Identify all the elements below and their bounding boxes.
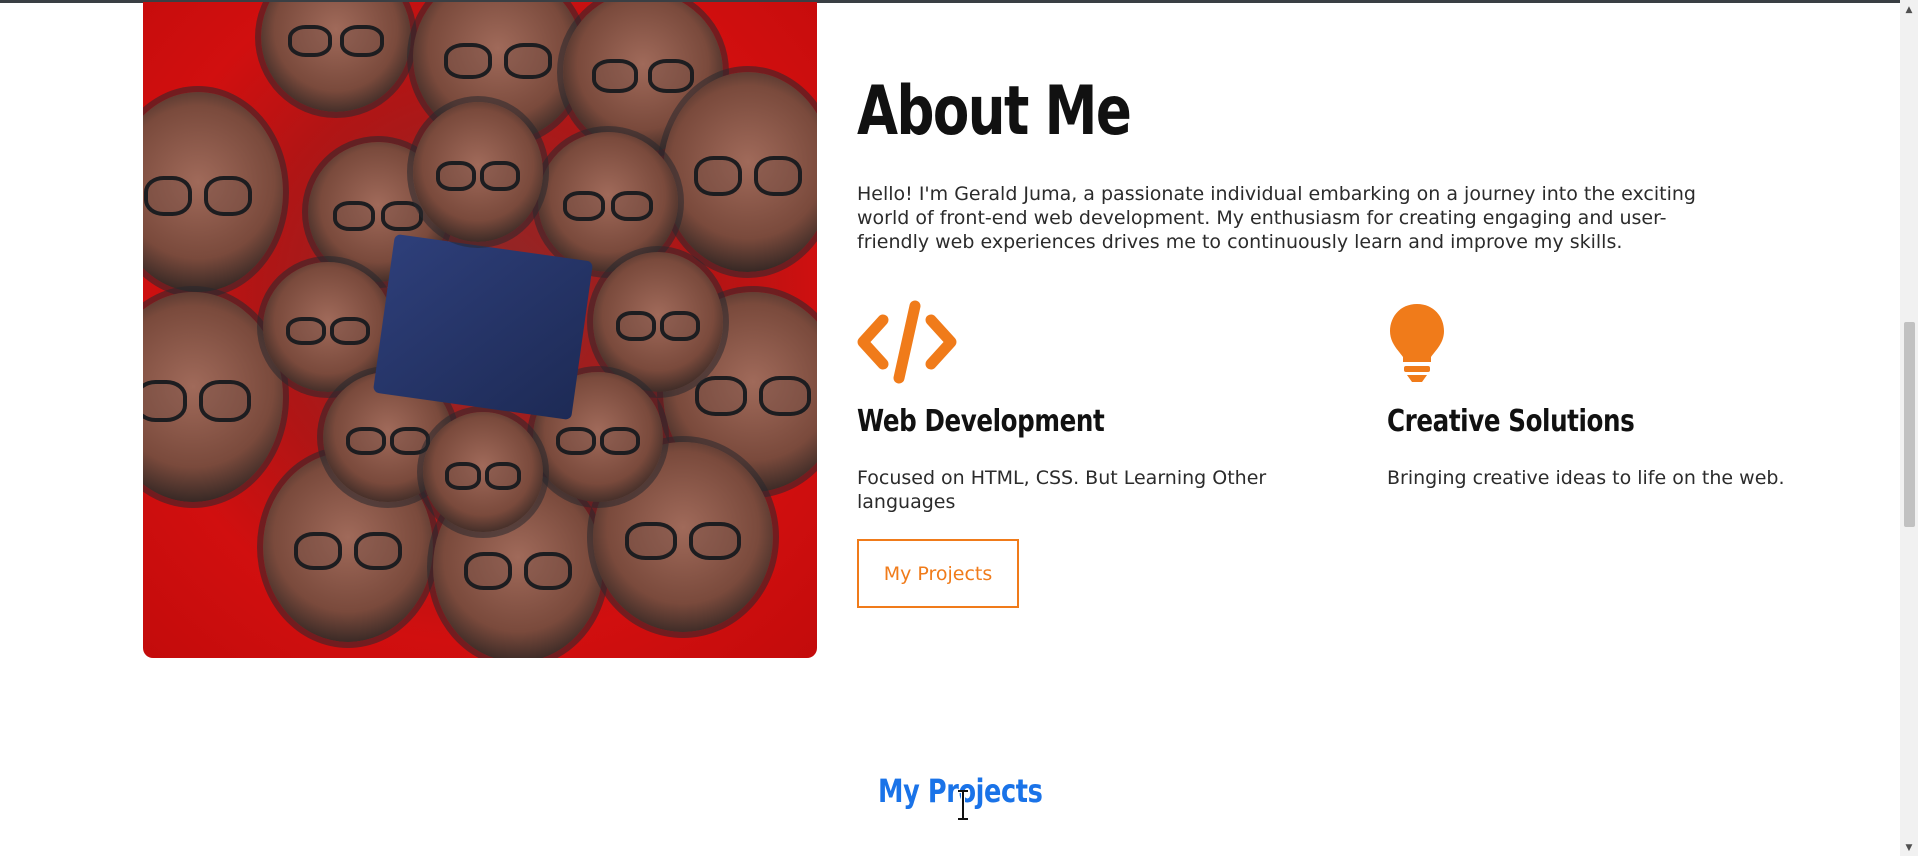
photo-face-tile [261,2,411,112]
vertical-scrollbar[interactable]: ▲ ▼ [1900,0,1918,856]
photo-face-tile [538,132,678,272]
feature-web-development: Web Development Focused on HTML, CSS. Bu… [857,300,1337,513]
photo-face-tile [663,72,817,272]
feature-creative-solutions: Creative Solutions Bringing creative ide… [1387,300,1867,489]
feature-title: Creative Solutions [1387,404,1635,439]
my-projects-button[interactable]: My Projects [857,539,1019,608]
profile-photo [143,2,817,658]
photo-center-shirt [372,233,594,421]
lightbulb-icon [1390,304,1444,382]
about-intro: Hello! I'm Gerald Juma, a passionate ind… [857,183,1696,253]
page: About Me Hello! I'm Gerald Juma, a passi… [0,0,1900,856]
photo-face-tile [423,412,543,532]
scroll-down-arrow-icon[interactable]: ▼ [1900,840,1918,856]
about-title: About Me [857,72,1132,151]
text-cursor-icon [958,790,968,820]
photo-face-center [413,102,543,242]
scrollbar-thumb[interactable] [1904,322,1915,527]
photo-face-tile [143,92,283,292]
scroll-up-arrow-icon[interactable]: ▲ [1900,2,1918,18]
photo-face-tile [143,292,283,502]
feature-description: Focused on HTML, CSS. But Learning Other… [857,467,1267,513]
feature-title: Web Development [857,404,1105,439]
feature-description: Bringing creative ideas to life on the w… [1387,467,1785,489]
photo-face-tile [593,252,723,392]
code-icon [857,300,957,384]
